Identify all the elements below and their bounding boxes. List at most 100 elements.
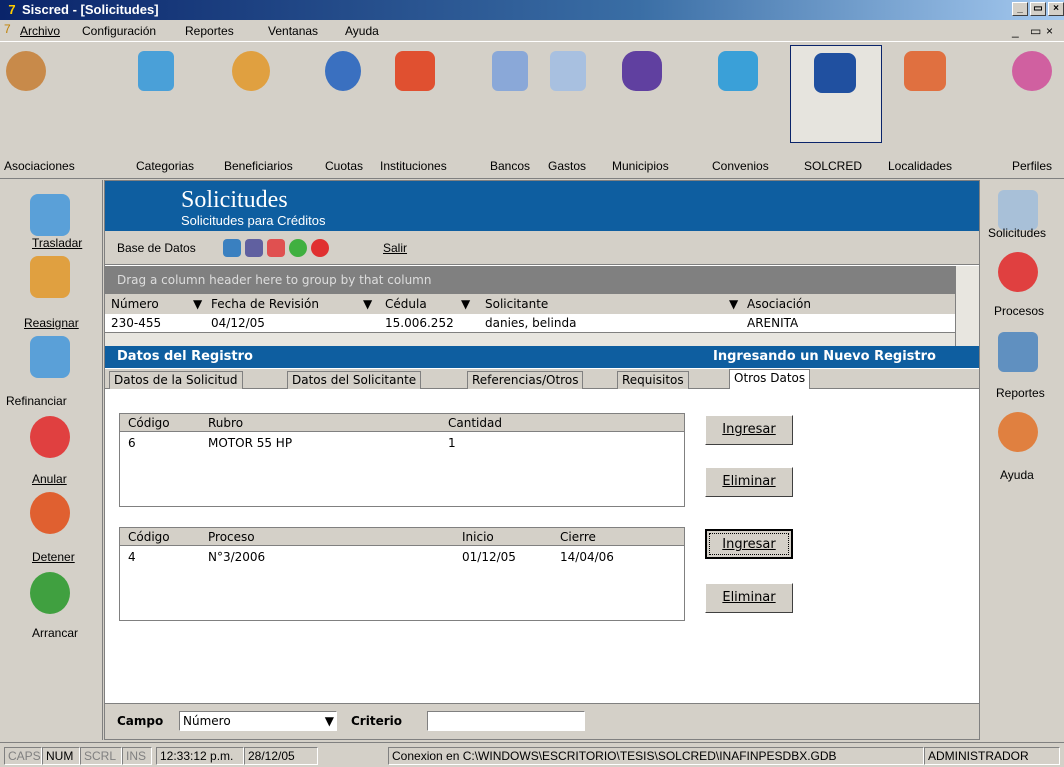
mdi-close-button[interactable]: × xyxy=(1046,24,1053,38)
record-title: Datos del Registro xyxy=(117,349,253,364)
move-icon xyxy=(30,194,70,236)
tab-datos-solicitante[interactable]: Datos del Solicitante xyxy=(287,371,422,389)
menu-ayuda[interactable]: Ayuda xyxy=(345,24,379,38)
stop-icon xyxy=(30,492,70,534)
process-table[interactable]: Código Proceso Inicio Cierre 4 N°3/2006 … xyxy=(119,527,685,621)
mdi-restore-button[interactable]: ▭ xyxy=(1030,24,1041,38)
maximize-button[interactable]: ▭ xyxy=(1030,2,1046,16)
tab-datos-solicitud[interactable]: Datos de la Solicitud xyxy=(109,371,243,389)
items-row-codigo: 6 xyxy=(128,436,136,450)
process-remove-button[interactable]: Eliminar xyxy=(705,583,793,613)
toolbar-localidades[interactable]: Localidades xyxy=(888,159,952,173)
chevron-down-icon[interactable]: ▼ xyxy=(325,712,334,730)
tab-otros-datos[interactable]: Otros Datos xyxy=(729,369,811,390)
items-add-button[interactable]: Ingresar xyxy=(705,415,793,445)
toolbar-convenios[interactable]: Convenios xyxy=(712,159,769,173)
col-cedula-dropdown[interactable]: ▼ xyxy=(461,297,470,311)
menu-reportes[interactable]: Reportes xyxy=(185,24,234,38)
sidebar-refinanciar[interactable]: Refinanciar xyxy=(6,394,67,408)
toolbar-perfiles[interactable]: Perfiles xyxy=(1012,159,1052,173)
toolbar-municipios[interactable]: Municipios xyxy=(612,159,669,173)
exit-button[interactable]: Salir xyxy=(383,241,407,255)
col-numero-dropdown[interactable]: ▼ xyxy=(193,297,202,311)
status-ins: INS xyxy=(122,747,152,765)
items-table[interactable]: Código Rubro Cantidad 6 MOTOR 55 HP 1 xyxy=(119,413,685,507)
horizontal-scrollbar[interactable] xyxy=(105,332,955,346)
status-num: NUM xyxy=(42,747,80,765)
col-numero[interactable]: Número xyxy=(111,297,159,311)
minimize-button[interactable]: _ xyxy=(1012,2,1028,16)
add-record-icon[interactable] xyxy=(223,239,241,257)
group-by-area[interactable]: Drag a column header here to group by th… xyxy=(105,266,955,294)
items-remove-button[interactable]: Eliminar xyxy=(705,467,793,497)
col-solicitante-dropdown[interactable]: ▼ xyxy=(729,297,738,311)
toolbar-cuotas[interactable]: Cuotas xyxy=(325,159,363,173)
menu-archivo[interactable]: Archivo xyxy=(20,24,60,38)
map-icon xyxy=(622,51,662,91)
cancel-icon[interactable] xyxy=(311,239,329,257)
toolbar-gastos[interactable]: Gastos xyxy=(548,159,586,173)
toolbar-beneficiarios[interactable]: Beneficiarios xyxy=(224,159,293,173)
table-row[interactable]: 230-455 04/12/05 15.006.252 danies, beli… xyxy=(105,314,955,332)
solcred-icon xyxy=(814,53,856,93)
items-row-cantidad: 1 xyxy=(448,436,456,450)
toolbar-instituciones[interactable]: Instituciones xyxy=(380,159,447,173)
edit-record-icon[interactable] xyxy=(245,239,263,257)
sidebar-procesos[interactable]: Procesos xyxy=(994,304,1044,318)
contract-icon xyxy=(718,51,758,91)
mdi-minimize-button[interactable]: _ xyxy=(1012,24,1019,38)
vertical-scrollbar[interactable] xyxy=(955,266,979,346)
window-title: Siscred - [Solicitudes] xyxy=(22,2,159,17)
tab-requisitos[interactable]: Requisitos xyxy=(617,371,689,389)
col-cedula[interactable]: Cédula xyxy=(385,297,427,311)
toolbar-asociaciones[interactable]: Asociaciones xyxy=(4,159,75,173)
process-add-button[interactable]: Ingresar xyxy=(705,529,793,559)
status-caps: CAPS xyxy=(4,747,42,765)
col-solicitante[interactable]: Solicitante xyxy=(485,297,548,311)
db-label: Base de Datos xyxy=(117,241,196,255)
sidebar-reportes[interactable]: Reportes xyxy=(996,386,1045,400)
col-fecha[interactable]: Fecha de Revisión xyxy=(211,297,319,311)
toolbar-categorias[interactable]: Categorias xyxy=(136,159,194,173)
sidebar-anular[interactable]: Anular xyxy=(32,472,67,486)
printer-icon xyxy=(998,332,1038,372)
col-fecha-dropdown[interactable]: ▼ xyxy=(363,297,372,311)
sidebar-detener[interactable]: Detener xyxy=(32,550,75,564)
help-icon xyxy=(998,412,1038,452)
field-label: Campo xyxy=(117,714,164,728)
right-sidebar: Solicitudes Procesos Reportes Ayuda xyxy=(982,180,1064,500)
col-asociacion[interactable]: Asociación xyxy=(747,297,811,311)
toolbar-solcred-label: SOLCRED xyxy=(804,159,863,173)
refinance-icon xyxy=(30,336,70,378)
start-icon xyxy=(30,572,70,614)
delete-record-icon[interactable] xyxy=(267,239,285,257)
menu-bar: 7 Archivo Configuración Reportes Ventana… xyxy=(0,20,1064,42)
close-button[interactable]: × xyxy=(1048,2,1064,16)
menu-ventanas[interactable]: Ventanas xyxy=(268,24,318,38)
criteria-input[interactable] xyxy=(427,711,585,731)
tab-panel: Código Rubro Cantidad 6 MOTOR 55 HP 1 In… xyxy=(105,389,979,701)
sidebar-trasladar[interactable]: Trasladar xyxy=(32,236,82,250)
criteria-label: Criterio xyxy=(351,714,402,728)
sidebar-ayuda[interactable]: Ayuda xyxy=(1000,468,1034,482)
toolbar-bancos[interactable]: Bancos xyxy=(490,159,530,173)
sidebar-arrancar[interactable]: Arrancar xyxy=(32,626,78,640)
search-bar: Campo Número ▼ Criterio xyxy=(105,703,979,739)
clock-icon xyxy=(998,252,1038,292)
process-row-codigo: 4 xyxy=(128,550,136,564)
cell-cedula: 15.006.252 xyxy=(385,316,454,330)
sidebar-solicitudes[interactable]: Solicitudes xyxy=(988,226,1046,240)
person-icon xyxy=(232,51,270,91)
field-select[interactable]: Número ▼ xyxy=(179,711,337,731)
save-icon[interactable] xyxy=(289,239,307,257)
menu-configuracion[interactable]: Configuración xyxy=(82,24,156,38)
record-toolbar: Base de Datos Salir xyxy=(105,231,979,265)
sidebar-reasignar[interactable]: Reasignar xyxy=(24,316,79,330)
group-hint: Drag a column header here to group by th… xyxy=(117,273,432,287)
process-col-proceso: Proceso xyxy=(208,530,255,544)
tab-strip: Datos de la Solicitud Datos del Solicita… xyxy=(105,369,979,390)
cell-solicitante: danies, belinda xyxy=(485,316,577,330)
houses-icon xyxy=(904,51,946,91)
house-icon xyxy=(395,51,435,91)
tab-referencias[interactable]: Referencias/Otros xyxy=(467,371,584,389)
